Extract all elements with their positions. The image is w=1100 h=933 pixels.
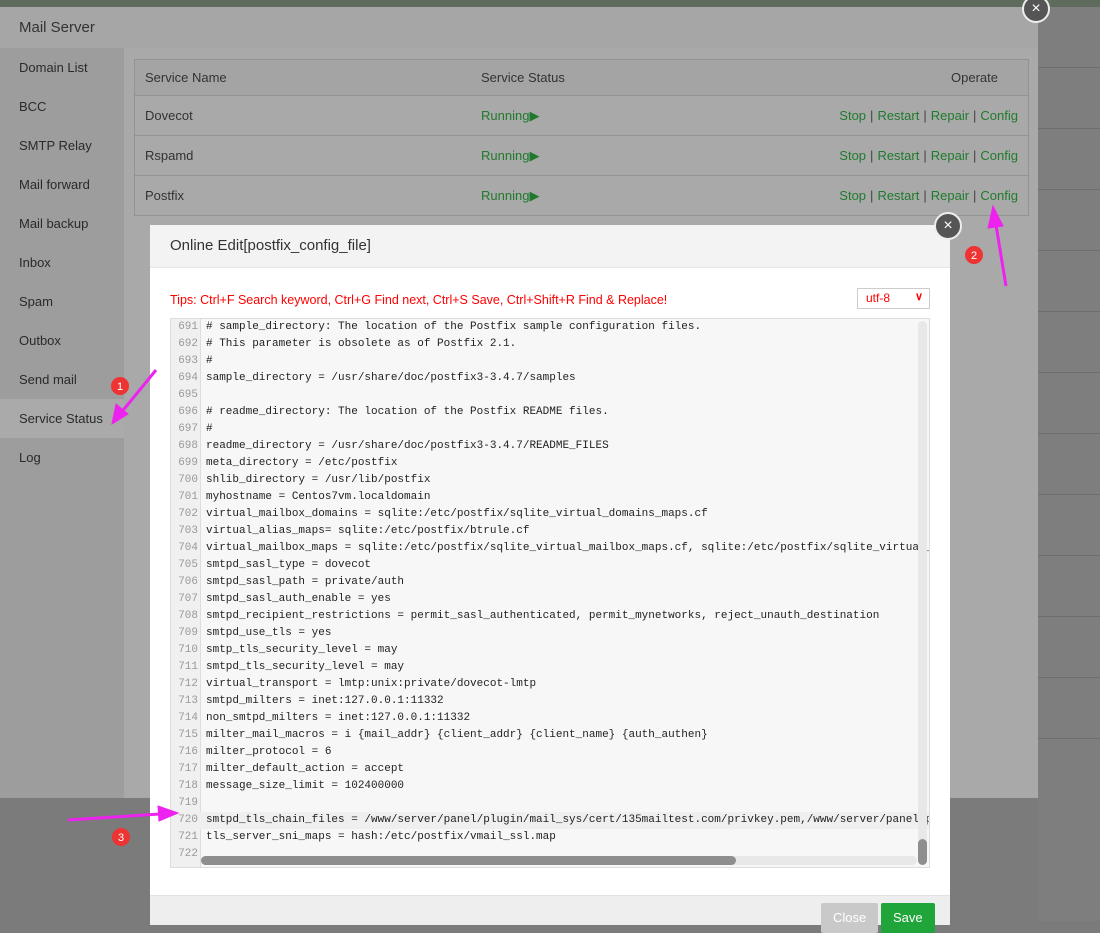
annotation-badges: 1 2 3 (111, 246, 983, 846)
badge-3: 3 (118, 832, 124, 844)
arrow-2-head (987, 204, 1004, 229)
arrow-3-head (157, 805, 180, 822)
annotation-overlay: 1 2 3 (67, 204, 1008, 846)
badge-1: 1 (117, 381, 123, 393)
badge-2: 2 (971, 250, 977, 262)
arrow-2 (994, 224, 1008, 287)
arrow-3 (67, 812, 161, 822)
